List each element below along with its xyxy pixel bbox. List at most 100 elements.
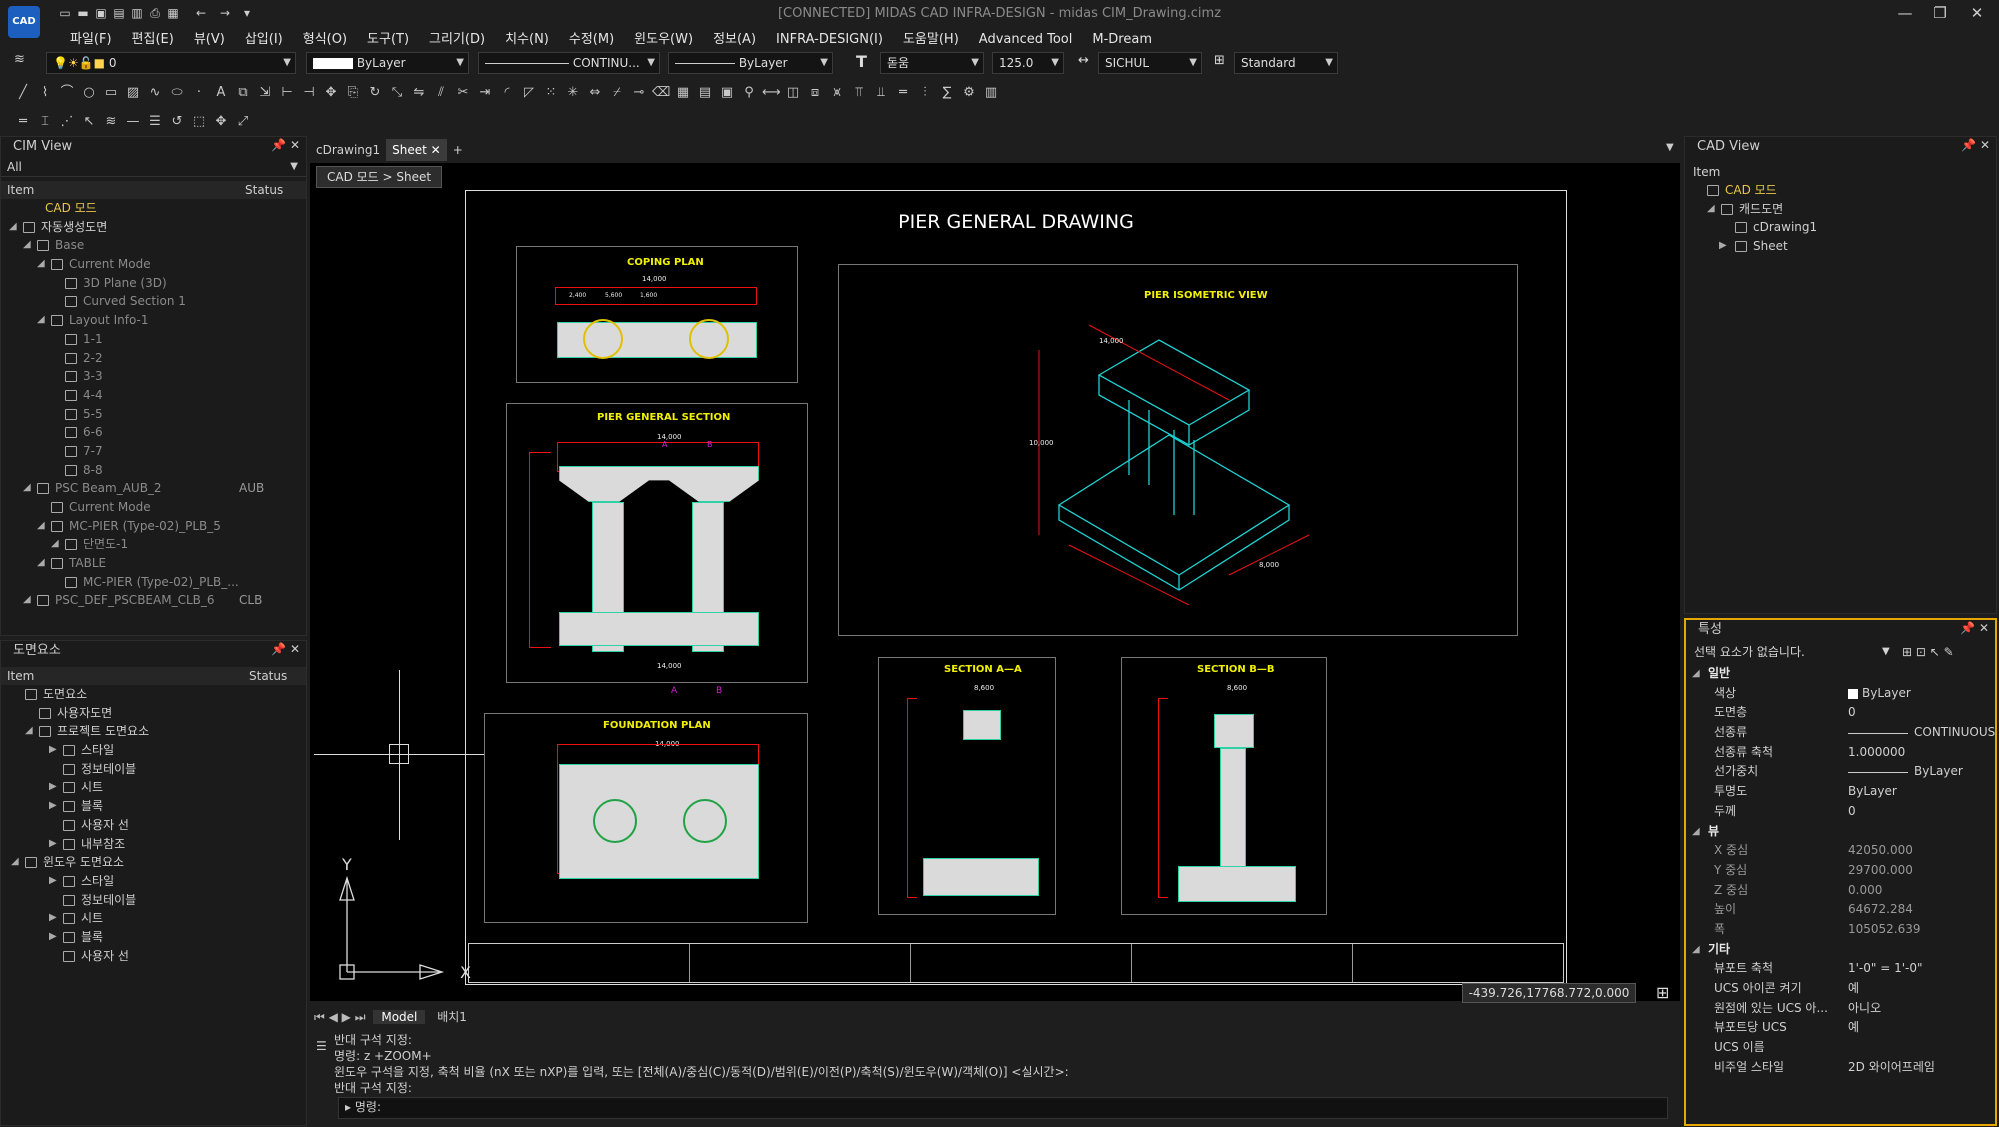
property-row[interactable]: 선가중치 ByLayer: [1686, 762, 1995, 782]
save-as-icon[interactable]: ▤: [110, 6, 128, 22]
tree-row[interactable]: 1-1: [1, 330, 306, 349]
menu-view[interactable]: 뷰(V): [184, 26, 235, 49]
property-row[interactable]: 투명도 ByLayer: [1686, 782, 1995, 802]
rotate-view-icon[interactable]: ↺: [168, 113, 186, 131]
expand-icon[interactable]: ▶: [49, 928, 57, 947]
property-row[interactable]: 선종류 축척 1.000000: [1686, 743, 1995, 763]
dim-aligned-icon[interactable]: ⊣: [300, 84, 318, 102]
menu-m-dream[interactable]: M-Dream: [1082, 30, 1162, 49]
tree-row[interactable]: ▶ 시트: [1, 909, 306, 928]
menu-tools[interactable]: 도구(T): [357, 26, 419, 49]
menu-help[interactable]: 도움말(H): [893, 26, 969, 49]
layers-icon[interactable]: ≋: [102, 113, 120, 131]
print-icon[interactable]: ⎙: [146, 6, 164, 22]
expand-icon[interactable]: ▶: [49, 741, 57, 760]
layout-icon[interactable]: ▤: [696, 84, 714, 102]
scale-icon[interactable]: ⤡: [388, 84, 406, 102]
tree-row[interactable]: ◢ 프로젝트 도면요소: [1, 722, 306, 741]
cim-filter-dropdown[interactable]: All ▼: [1, 157, 306, 177]
minimize-button[interactable]: —: [1890, 4, 1920, 26]
tab-list-chevron-icon[interactable]: ▼: [1666, 142, 1674, 153]
save-icon[interactable]: ▣: [92, 6, 110, 22]
menu-window[interactable]: 윈도우(W): [624, 26, 703, 49]
pin-close-icon[interactable]: 📌 ✕: [1961, 138, 1990, 152]
menu-edit[interactable]: 편집(E): [122, 26, 184, 49]
tree-row[interactable]: 3D Plane (3D): [1, 274, 306, 293]
tree-row[interactable]: ◢ MC-PIER (Type-02)_PLB_5: [1, 517, 306, 536]
selection-dropdown[interactable]: 선택 요소가 없습니다. ▼ ⊞ ⊡ ↖ ✎: [1686, 640, 1995, 664]
select-icon[interactable]: ↖: [80, 113, 98, 131]
tree-row[interactable]: 7-7: [1, 442, 306, 461]
pin-close-icon[interactable]: 📌 ✕: [1960, 621, 1989, 635]
rectangle-icon[interactable]: ▭: [102, 84, 120, 102]
expand-icon[interactable]: ◢: [1707, 200, 1715, 219]
stretch-icon[interactable]: ⇔: [586, 84, 604, 102]
join-icon[interactable]: ⊸: [630, 84, 648, 102]
section-icon[interactable]: ⧈: [806, 84, 824, 102]
property-section[interactable]: ◢ 일반: [1686, 664, 1995, 684]
pier-icon[interactable]: ⫪: [850, 84, 868, 102]
tab-cdrawing1[interactable]: cDrawing1: [310, 139, 386, 161]
layer-manager-icon[interactable]: ≋: [14, 52, 36, 72]
open-icon[interactable]: ▬: [74, 6, 92, 22]
dim-style-combo[interactable]: SICHUL ▼: [1098, 52, 1202, 74]
horizontal-icon[interactable]: ═: [14, 113, 32, 131]
point-icon[interactable]: ·: [190, 84, 208, 102]
profile-icon[interactable]: ⩙: [828, 84, 846, 102]
extend-icon[interactable]: ⇥: [476, 84, 494, 102]
tree-row[interactable]: ◢ 윈도우 도면요소: [1, 853, 306, 872]
expand-icon[interactable]: ◢: [37, 255, 45, 274]
viewport-icon[interactable]: ▣: [718, 84, 736, 102]
property-row[interactable]: UCS 아이콘 켜기 예: [1686, 979, 1995, 999]
tree-row[interactable]: 4-4: [1, 386, 306, 405]
expand-icon[interactable]: ◢: [11, 853, 19, 872]
property-row[interactable]: 원점에 있는 UCS 아... 아니오: [1686, 999, 1995, 1019]
divider-line-icon[interactable]: —: [124, 113, 142, 131]
offset-icon[interactable]: ⫽: [432, 84, 450, 102]
tree-row[interactable]: ◢ Base: [1, 236, 306, 255]
property-row[interactable]: 두께 0: [1686, 802, 1995, 822]
collapse-icon[interactable]: ◢: [1692, 822, 1700, 842]
trim-icon[interactable]: ✂: [454, 84, 472, 102]
pin-close-icon[interactable]: 📌 ✕: [271, 642, 300, 656]
tab-sheet[interactable]: Sheet ✕: [386, 139, 447, 161]
menu-modify[interactable]: 수정(M): [559, 26, 624, 49]
menu-dimension[interactable]: 치수(N): [495, 26, 559, 49]
property-row[interactable]: 비주얼 스타일 2D 와이어프레임: [1686, 1058, 1995, 1078]
linetype-combo[interactable]: CONTINU... ▼: [478, 52, 660, 74]
property-row[interactable]: 높이 64672.284: [1686, 900, 1995, 920]
layer-combo[interactable]: 💡☀🔓■ 0 ▼: [46, 52, 296, 74]
expand-icon[interactable]: ▶: [49, 797, 57, 816]
expand-icon[interactable]: ◢: [51, 535, 59, 554]
property-section[interactable]: ◢ 뷰: [1686, 822, 1995, 842]
tree-row[interactable]: CAD 모드: [1685, 181, 1996, 200]
quick-select-icon[interactable]: ⊞ ⊡ ↖ ✎: [1902, 640, 1954, 664]
menu-file[interactable]: 파일(F): [60, 26, 122, 49]
text-frame-icon[interactable]: ⌶: [36, 113, 54, 131]
first-tab-icon[interactable]: ⏮ ◀ ▶ ⏭: [310, 1010, 370, 1024]
quantity-icon[interactable]: ∑: [938, 84, 956, 102]
command-input[interactable]: ▸ 명령:: [338, 1097, 1668, 1119]
text-style-combo[interactable]: 돋움 ▼: [880, 52, 984, 74]
expand-icon[interactable]: ▶: [49, 909, 57, 928]
erase-icon[interactable]: ⌫: [652, 84, 670, 102]
girder-icon[interactable]: ═: [894, 84, 912, 102]
tree-row[interactable]: MC-PIER (Type-02)_PLB_...: [1, 573, 306, 592]
match-prop-icon[interactable]: ⚲: [740, 84, 758, 102]
menu-format[interactable]: 형식(O): [293, 26, 357, 49]
tree-row[interactable]: ◢ PSC Beam_AUB_2 AUB: [1, 479, 306, 498]
add-tab-icon[interactable]: +: [447, 139, 469, 161]
undo-icon[interactable]: ←: [192, 6, 210, 22]
expand-icon[interactable]: ◢: [37, 554, 45, 573]
text-size-combo[interactable]: 125.0 ▼: [992, 52, 1064, 74]
property-row[interactable]: Z 중심 0.000: [1686, 881, 1995, 901]
table-style-combo[interactable]: Standard ▼: [1234, 52, 1338, 74]
expand-icon[interactable]: ◢: [23, 591, 31, 610]
move-icon[interactable]: ✥: [322, 84, 340, 102]
tree-row[interactable]: ▶ 블록: [1, 928, 306, 947]
area-icon[interactable]: ◫: [784, 84, 802, 102]
circle-icon[interactable]: ○: [80, 84, 98, 102]
tree-row[interactable]: ◢ 단면도-1: [1, 535, 306, 554]
pin-close-icon[interactable]: 📌 ✕: [271, 138, 300, 152]
tree-row[interactable]: ◢ 자동생성도면: [1, 218, 306, 237]
